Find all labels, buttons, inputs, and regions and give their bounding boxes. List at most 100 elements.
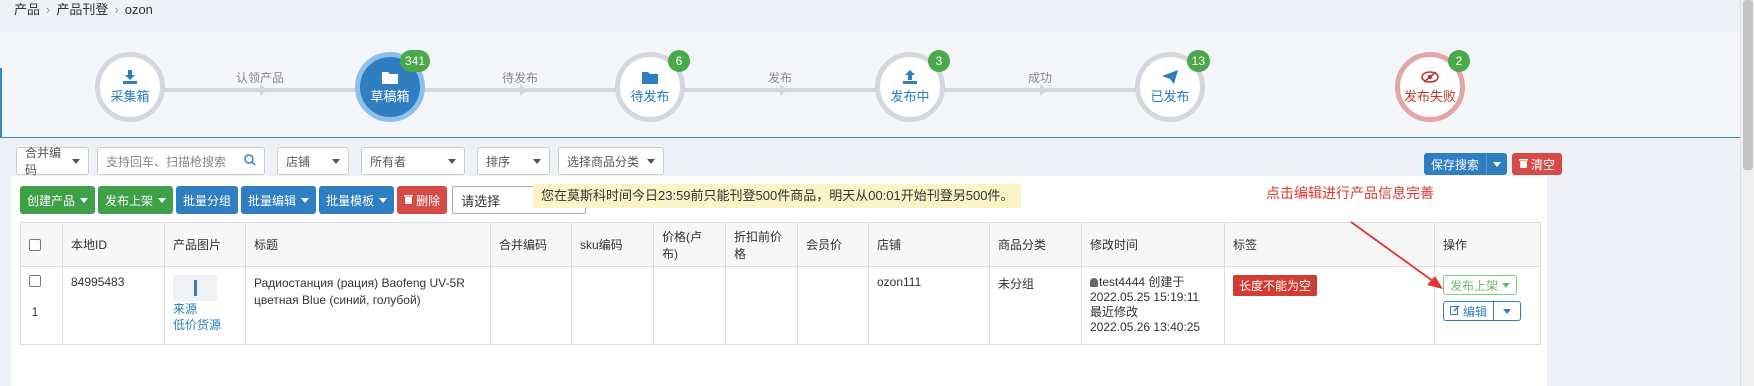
- column-header: 会员价: [797, 222, 869, 267]
- clear-label: 清空: [1531, 157, 1556, 172]
- button-label: 编辑: [1463, 304, 1488, 319]
- filter-bar: 合并编码 支持回车、扫描枪搜索 店铺 所有者 排序 选择商品分类: [16, 146, 664, 177]
- price-cell: [653, 266, 726, 345]
- folder-icon: [381, 69, 399, 85]
- count-badge: 3: [928, 50, 950, 72]
- arrow-right-icon: [1040, 84, 1048, 96]
- modified-label: 最近修改: [1090, 305, 1139, 319]
- row-index: 1: [31, 305, 39, 319]
- user-icon: [1090, 278, 1098, 287]
- column-header[interactable]: 本地ID: [62, 222, 165, 267]
- step-failed[interactable]: 2 发布失败: [1395, 50, 1470, 122]
- upload-icon: [901, 69, 919, 85]
- column-header: 价格(卢布): [653, 222, 726, 267]
- modified-time-cell: test4444 创建于 2022.05.25 15:19:11 最近修改 20…: [1081, 266, 1225, 345]
- caret-down-icon: [448, 158, 456, 164]
- save-search-button[interactable]: 保存搜索: [1424, 153, 1487, 175]
- table-header-row: 本地ID 产品图片 标题 合并编码 sku编码 价格(卢布) 折扣前价格 会员价…: [20, 222, 1541, 267]
- low-price-source-link[interactable]: 低价货源: [173, 317, 237, 333]
- step-connector: 待发布: [420, 71, 620, 96]
- save-search-dropdown[interactable]: [1486, 153, 1508, 175]
- button-label: 批量分组: [183, 193, 232, 208]
- search-input[interactable]: 支持回车、扫描枪搜索: [97, 147, 265, 175]
- category-select[interactable]: 选择商品分类: [558, 147, 664, 175]
- edit-dropdown-button[interactable]: [1494, 301, 1522, 321]
- column-header: 标题: [245, 222, 491, 267]
- source-link[interactable]: 来源: [173, 301, 237, 317]
- button-label: 批量模板: [326, 193, 375, 208]
- step-connector: 成功: [940, 71, 1140, 96]
- breadcrumb-item[interactable]: 产品: [14, 0, 40, 22]
- row-publish-button[interactable]: 发布上架: [1443, 275, 1518, 295]
- select-value: 请选择: [461, 193, 501, 209]
- select-value: 排序: [486, 154, 511, 169]
- product-thumbnail[interactable]: [173, 275, 217, 301]
- button-label: 删除: [416, 193, 441, 208]
- creator-line: test4444 创建于: [1090, 275, 1216, 290]
- actions-cell: 发布上架 编辑: [1434, 266, 1541, 345]
- folder-icon: [641, 69, 659, 85]
- column-header: 操作: [1434, 222, 1541, 267]
- step-drafts[interactable]: 341 草稿箱: [355, 50, 430, 122]
- step-collect-box[interactable]: 采集箱: [95, 52, 165, 122]
- trash-icon: [1519, 157, 1529, 171]
- creator-label: test4444 创建于: [1099, 275, 1185, 289]
- publish-limit-notice: 您在莫斯科时间今日23:59前只能刊登500件商品，明天从00:01开始刊登另5…: [533, 184, 1022, 208]
- edit-button[interactable]: 编辑: [1443, 301, 1495, 321]
- chevron-right-icon: ›: [114, 2, 119, 17]
- product-list-panel: 创建产品 发布上架 批量分组 批量编辑 批量模板 删除 请选择 您在莫斯科时间今…: [11, 176, 1547, 386]
- button-label: 批量编辑: [248, 193, 297, 208]
- title-cell: Радиостанция (рация) Baofeng UV-5R цветн…: [245, 266, 491, 345]
- create-product-button[interactable]: 创建产品: [20, 186, 96, 214]
- caret-down-icon: [1493, 161, 1502, 167]
- batch-edit-button[interactable]: 批量编辑: [241, 186, 317, 214]
- download-icon: [121, 69, 139, 85]
- image-cell: 来源 低价货源: [164, 266, 246, 345]
- search-icon[interactable]: [244, 153, 256, 169]
- select-all-checkbox[interactable]: [29, 238, 41, 251]
- category-cell: 未分组: [989, 266, 1082, 345]
- tag-cell: 长度不能为空: [1224, 266, 1435, 345]
- eye-slash-icon: [1421, 69, 1439, 85]
- step-label: 发布中: [890, 89, 930, 104]
- delete-button[interactable]: 删除: [397, 186, 448, 214]
- vertical-scrollbar[interactable]: [1740, 0, 1754, 386]
- step-published[interactable]: 13 已发布: [1135, 50, 1210, 122]
- select-value: 合并编码: [25, 146, 62, 177]
- owner-select[interactable]: 所有者: [361, 147, 465, 175]
- step-publishing[interactable]: 3 发布中: [875, 50, 950, 122]
- modified-time: 2022.05.26 13:40:25: [1090, 320, 1201, 334]
- column-header: 折扣前价格: [725, 222, 798, 267]
- batch-template-button[interactable]: 批量模板: [319, 186, 395, 214]
- breadcrumb: 产品 › 产品刊登 › ozon: [14, 0, 153, 22]
- toolbar: 创建产品 发布上架 批量分组 批量编辑 批量模板 删除 请选择: [20, 186, 587, 214]
- annotation-hint: 点击编辑进行产品信息完善: [1266, 185, 1434, 201]
- error-tag: 长度不能为空: [1233, 275, 1318, 296]
- step-pending[interactable]: 6 待发布: [615, 50, 690, 122]
- store-select[interactable]: 店铺: [277, 147, 349, 175]
- publish-button[interactable]: 发布上架: [98, 186, 174, 214]
- batch-group-button[interactable]: 批量分组: [176, 186, 239, 214]
- clear-button[interactable]: 清空: [1512, 153, 1563, 175]
- caret-down-icon: [1503, 308, 1512, 314]
- step-label: 采集箱: [110, 89, 150, 104]
- created-time: 2022.05.25 15:19:11: [1090, 290, 1200, 304]
- select-value: 选择商品分类: [567, 154, 640, 169]
- scrollbar-thumb[interactable]: [1743, 0, 1753, 170]
- merge-code-select[interactable]: 合并编码: [16, 146, 89, 177]
- breadcrumb-item[interactable]: 产品刊登: [56, 0, 108, 22]
- row-checkbox[interactable]: [29, 275, 41, 287]
- column-header[interactable]: 修改时间: [1081, 222, 1225, 267]
- column-header: 合并编码: [490, 222, 572, 267]
- table-row: 1 84995483 来源 低价货源 Радиостанция (рация) …: [20, 266, 1541, 345]
- step-connector: 认领产品: [160, 71, 360, 96]
- column-header: sku编码: [571, 222, 654, 267]
- caret-down-icon: [1502, 282, 1511, 288]
- caret-down-icon: [158, 197, 167, 203]
- column-header: 商品分类: [989, 222, 1082, 267]
- store-cell: ozon111: [868, 266, 990, 345]
- select-value: 店铺: [286, 154, 311, 169]
- sort-select[interactable]: 排序: [477, 147, 550, 175]
- step-label: 待发布: [630, 89, 670, 104]
- search-placeholder: 支持回车、扫描枪搜索: [106, 154, 227, 169]
